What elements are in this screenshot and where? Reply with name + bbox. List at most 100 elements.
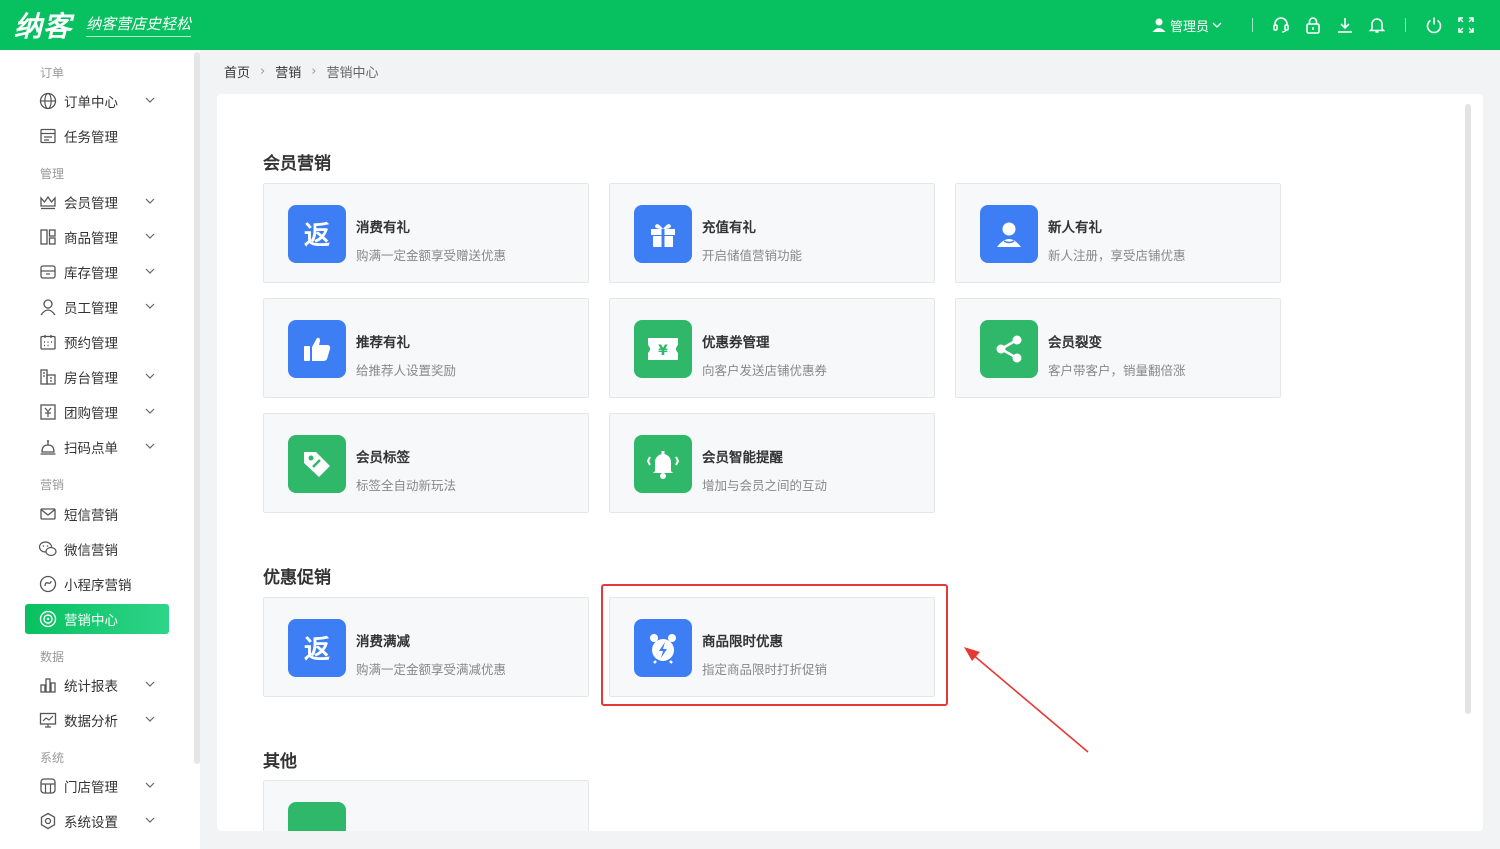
crown-icon [38,192,58,212]
card-member-fission[interactable]: 会员裂变 客户带客户，销量翻倍涨 [955,298,1281,398]
main-panel: 会员营销 返 消费有礼 购满一定金额享受赠送优惠 充值有礼 开启储值营销功能 新… [217,94,1483,831]
sidebar-item-label: 数据分析 [64,714,118,730]
breadcrumb-home[interactable]: 首页 [224,62,250,81]
sidebar-item-label: 订单中心 [64,95,118,111]
partial-icon [288,802,346,831]
room-icon [38,367,58,387]
divider [1252,18,1253,32]
sidebar-item-member[interactable]: 会员管理 [25,187,169,217]
chevron-down-icon [145,716,155,722]
sidebar-item-marketing-center[interactable]: 营销中心 [25,604,169,634]
chevron-down-icon [145,817,155,823]
sidebar-item-label: 系统设置 [64,815,118,831]
sidebar-item-label: 营销中心 [64,613,118,629]
svg-text:¥: ¥ [658,343,668,359]
card-referral-gift[interactable]: 推荐有礼 给推荐人设置奖励 [263,298,589,398]
highlight-box [601,584,948,706]
main-scrollbar[interactable] [1465,104,1471,714]
headset-icon[interactable] [1265,0,1297,50]
sidebar-item-scan-order[interactable]: 扫码点单 [25,432,169,462]
sidebar-item-store[interactable]: 门店管理 [25,771,169,801]
card-title: 优惠券管理 [702,335,770,351]
card-spend-discount[interactable]: 返 消费满减 购满一定金额享受满减优惠 [263,597,589,697]
sidebar-item-label: 短信营销 [64,508,118,524]
sidebar-item-miniapp[interactable]: 小程序营销 [25,569,169,599]
groupbuy-icon [38,402,58,422]
chevron-down-icon [145,97,155,103]
logo-slogan: 纳客营店史轻松 [86,13,192,37]
sidebar-item-label: 小程序营销 [64,578,132,594]
chevron-down-icon [145,303,155,309]
sidebar-item-goods[interactable]: 商品管理 [25,222,169,252]
bell-icon[interactable] [1361,0,1393,50]
sidebar-scrollbar[interactable] [194,52,200,764]
sidebar-item-label: 员工管理 [64,301,118,317]
user-avatar-icon [1152,18,1166,32]
target-icon [38,609,58,629]
card-title: 会员智能提醒 [702,450,783,466]
card-other[interactable] [263,780,589,831]
breadcrumb-current: 营销中心 [326,66,379,81]
sidebar-item-settings[interactable]: 系统设置 [25,806,169,836]
sidebar-item-reports[interactable]: 统计报表 [25,670,169,700]
chevron-down-icon [145,681,155,687]
card-consume-gift[interactable]: 返 消费有礼 购满一定金额享受赠送优惠 [263,183,589,283]
store-icon [38,776,58,796]
card-member-tag[interactable]: 会员标签 标签全自动新玩法 [263,413,589,513]
scan-icon [38,437,58,457]
power-icon[interactable] [1418,0,1450,50]
ringing-bell-icon [634,435,692,493]
card-desc: 新人注册，享受店铺优惠 [1048,248,1186,263]
card-desc: 购满一定金额享受赠送优惠 [356,248,507,263]
card-newcomer-gift[interactable]: 新人有礼 新人注册，享受店铺优惠 [955,183,1281,283]
chevron-down-icon [145,198,155,204]
sidebar-item-wechat[interactable]: 微信营销 [25,534,169,564]
user-icon [980,205,1038,263]
sidebar-item-label: 会员管理 [64,196,118,212]
breadcrumb: 首页 › 营销 › 营销中心 [224,62,378,81]
thumbs-up-icon [288,320,346,378]
group-label-manage: 管理 [40,167,65,181]
group-label-orders: 订单 [40,66,65,80]
card-recharge-gift[interactable]: 充值有礼 开启储值营销功能 [609,183,935,283]
sidebar-item-staff[interactable]: 员工管理 [25,292,169,322]
globe-icon [38,91,58,111]
download-icon[interactable] [1329,0,1361,50]
card-smart-reminder[interactable]: 会员智能提醒 增加与会员之间的互动 [609,413,935,513]
sidebar-item-groupbuy[interactable]: 团购管理 [25,397,169,427]
chevron-down-icon [145,408,155,414]
task-icon [38,126,58,146]
card-coupon-manage[interactable]: ¥ 优惠券管理 向客户发送店铺优惠券 [609,298,935,398]
section-title-others: 其他 [263,752,297,772]
chevron-right-icon: › [311,64,317,79]
card-title: 新人有礼 [1048,220,1102,236]
breadcrumb-marketing[interactable]: 营销 [275,62,301,81]
sidebar-item-booking[interactable]: 预约管理 [25,327,169,357]
fullscreen-icon[interactable] [1450,0,1482,50]
brand-logo[interactable]: 纳客 纳客营店史轻松 [14,5,192,45]
card-title: 充值有礼 [702,220,756,236]
svg-text:返: 返 [304,221,330,251]
goods-icon [38,227,58,247]
top-bar: 纳客 纳客营店史轻松 管理员 [0,0,1500,50]
calendar-icon [38,332,58,352]
group-label-marketing: 营销 [40,478,65,492]
sidebar-item-analysis[interactable]: 数据分析 [25,705,169,735]
return-icon: 返 [288,619,346,677]
sidebar-item-sms[interactable]: 短信营销 [25,499,169,529]
sidebar-item-label: 统计报表 [64,679,118,695]
sidebar-item-task[interactable]: 任务管理 [25,121,169,151]
logo-text: 纳客 [14,10,73,43]
sidebar-item-order-center[interactable]: 订单中心 [25,86,169,116]
chevron-down-icon [145,233,155,239]
sidebar-item-room[interactable]: 房台管理 [25,362,169,392]
svg-text:返: 返 [304,635,330,665]
user-menu[interactable]: 管理员 [1152,16,1226,35]
card-desc: 向客户发送店铺优惠券 [702,363,828,378]
wechat-icon [38,539,58,559]
chevron-down-icon [145,782,155,788]
card-title: 消费满减 [356,634,410,650]
card-title: 推荐有礼 [356,335,410,351]
lock-icon[interactable] [1297,0,1329,50]
sidebar-item-inventory[interactable]: 库存管理 [25,257,169,287]
